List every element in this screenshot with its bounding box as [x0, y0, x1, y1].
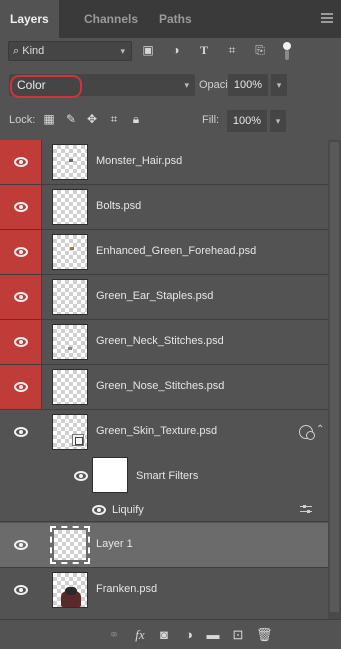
- layer-row-selected[interactable]: Layer 1: [0, 523, 328, 568]
- layer-name: Green_Nose_Stitches.psd: [96, 380, 225, 392]
- lock-all-icon[interactable]: 🔒︎: [128, 111, 144, 127]
- layer-name: Monster_Hair.psd: [96, 155, 183, 167]
- eye-icon: [14, 427, 28, 437]
- visibility-toggle[interactable]: [0, 523, 42, 567]
- visibility-toggle[interactable]: [0, 365, 42, 409]
- lock-image-pixels-icon[interactable]: ✎: [63, 111, 79, 127]
- lock-label: Lock:: [9, 114, 36, 126]
- lock-artboard-icon[interactable]: ⌗: [106, 111, 122, 127]
- smart-filter-mask-thumbnail: [92, 457, 128, 493]
- layers-bottom-toolbar: ⚭ fx ◙ ◑ ▬ ⊡ 🗑︎: [0, 619, 341, 649]
- layer-name: Enhanced_Green_Forehead.psd: [96, 245, 257, 257]
- eye-icon: [14, 292, 28, 302]
- layer-row[interactable]: Green_Skin_Texture.psd ⌃: [0, 410, 328, 455]
- eye-icon: [14, 585, 28, 595]
- layer-row[interactable]: Green_Neck_Stitches.psd: [0, 320, 328, 365]
- eye-icon: [14, 382, 28, 392]
- eye-icon: [14, 157, 28, 167]
- smart-filter-indicator-icon[interactable]: [299, 425, 315, 440]
- filter-row-liquify[interactable]: Liquify: [0, 498, 328, 522]
- trash-icon[interactable]: 🗑︎: [256, 627, 273, 643]
- layer-row[interactable]: Monster_Hair.psd: [0, 140, 328, 185]
- blend-mode-highlight: [10, 75, 82, 98]
- group-folder-icon[interactable]: ▬: [205, 627, 221, 643]
- chevron-down-icon: ▾: [184, 80, 189, 90]
- eye-icon: [14, 202, 28, 212]
- lock-transparent-pixels-icon[interactable]: ▦: [41, 111, 57, 127]
- layer-filter-bar: ⌕ Kind ▾ ▣ ◑ T ⌗ ⎘: [0, 38, 341, 68]
- layer-thumbnail: [52, 279, 88, 315]
- eye-icon[interactable]: [92, 505, 106, 515]
- eye-icon: [14, 247, 28, 257]
- lock-row: Lock: ▦ ✎ ✥ ⌗ 🔒︎ Fill: 100% ▾: [0, 106, 341, 136]
- tab-paths[interactable]: Paths: [159, 0, 192, 38]
- fill-slider-toggle[interactable]: ▾: [270, 110, 286, 132]
- type-filter-icon[interactable]: T: [196, 42, 212, 58]
- shape-filter-icon[interactable]: ⌗: [224, 42, 240, 58]
- layer-row[interactable]: Green_Nose_Stitches.psd: [0, 365, 328, 410]
- pixel-layer-filter-icon[interactable]: ▣: [140, 42, 156, 58]
- add-mask-icon[interactable]: ◙: [156, 627, 172, 643]
- smart-filters-label: Smart Filters: [136, 470, 199, 482]
- layer-name: Green_Ear_Staples.psd: [96, 290, 214, 302]
- tab-channels[interactable]: Channels: [84, 0, 138, 38]
- fx-icon[interactable]: fx: [132, 627, 148, 643]
- layer-name: Green_Skin_Texture.psd: [96, 425, 218, 437]
- layer-thumbnail: [52, 144, 88, 180]
- layer-row[interactable]: Green_Ear_Staples.psd: [0, 275, 328, 320]
- visibility-toggle[interactable]: [0, 140, 42, 184]
- visibility-toggle[interactable]: [0, 320, 42, 364]
- panel-menu-icon[interactable]: [321, 13, 333, 23]
- opacity-slider-toggle[interactable]: ▾: [271, 74, 287, 96]
- layer-thumbnail: [52, 189, 88, 225]
- filter-kind-select[interactable]: ⌕ Kind ▾: [8, 41, 132, 61]
- layer-thumbnail: [50, 526, 90, 564]
- filter-blending-options-icon[interactable]: [300, 503, 312, 515]
- visibility-toggle[interactable]: [0, 410, 42, 454]
- visibility-toggle[interactable]: [0, 568, 42, 612]
- layer-row[interactable]: Enhanced_Green_Forehead.psd: [0, 230, 328, 275]
- new-layer-icon[interactable]: ⊡: [230, 627, 246, 643]
- visibility-toggle[interactable]: [0, 275, 42, 319]
- chevron-down-icon: ▾: [120, 46, 125, 56]
- filter-name: Liquify: [112, 504, 144, 516]
- filter-toggle-switch[interactable]: [283, 42, 291, 60]
- opacity-input[interactable]: 100%: [228, 74, 268, 96]
- eye-icon: [14, 540, 28, 550]
- layer-thumbnail: [52, 572, 88, 608]
- layer-thumbnail: [52, 369, 88, 405]
- smart-object-filter-icon[interactable]: ⎘: [252, 42, 268, 58]
- layers-panel: Layers Channels Paths ⌕ Kind ▾ ▣ ◑ T ⌗ ⎘…: [0, 0, 341, 649]
- filter-kind-label: Kind: [22, 45, 45, 57]
- blend-mode-row: Color ▾ Opacity: 100% ▾: [0, 70, 341, 100]
- layer-thumbnail: [52, 324, 88, 360]
- adjustment-filter-icon[interactable]: ◑: [168, 42, 184, 58]
- visibility-toggle[interactable]: [0, 230, 42, 274]
- smart-filters-row[interactable]: Smart Filters: [0, 454, 328, 498]
- layer-thumbnail: [52, 234, 88, 270]
- smart-object-badge-icon: [72, 434, 84, 446]
- layer-name: Bolts.psd: [96, 200, 142, 212]
- eye-icon[interactable]: [74, 471, 88, 481]
- layer-name: Layer 1: [96, 538, 133, 550]
- adjustment-layer-icon[interactable]: ◑: [181, 627, 197, 643]
- layer-row[interactable]: Bolts.psd: [0, 185, 328, 230]
- layers-list: Monster_Hair.psd Bolts.psd Enhanced_Gree…: [0, 140, 328, 619]
- layer-name: Franken.psd: [96, 583, 158, 595]
- layer-row[interactable]: Franken.psd: [0, 568, 328, 613]
- fill-input[interactable]: 100%: [227, 110, 267, 132]
- chevron-up-icon[interactable]: ⌃: [316, 424, 324, 435]
- search-icon: ⌕: [13, 45, 20, 57]
- visibility-toggle[interactable]: [0, 185, 42, 229]
- layer-name: Green_Neck_Stitches.psd: [96, 335, 224, 347]
- panel-tab-bar: Layers Channels Paths: [0, 0, 341, 38]
- link-layers-icon[interactable]: ⚭: [106, 627, 122, 643]
- eye-icon: [14, 337, 28, 347]
- tab-layers[interactable]: Layers: [0, 0, 59, 38]
- fill-label: Fill:: [202, 114, 220, 126]
- lock-position-icon[interactable]: ✥: [84, 111, 100, 127]
- scrollbar-thumb[interactable]: [330, 142, 339, 612]
